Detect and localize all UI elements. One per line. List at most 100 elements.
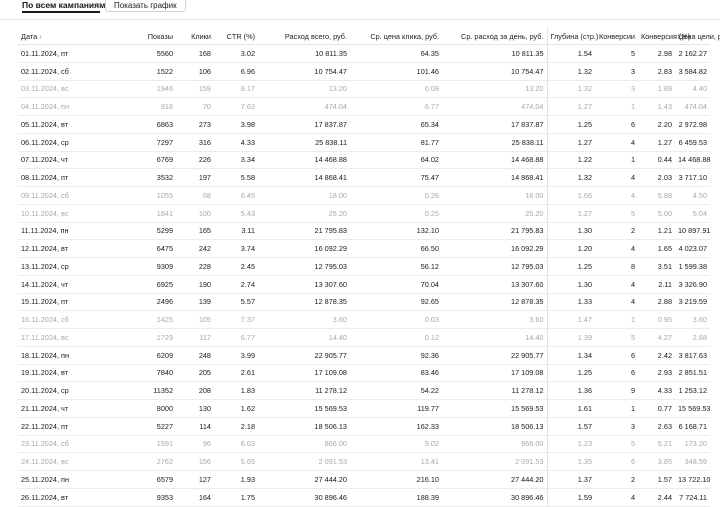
goal-cost-cell: 348.59 — [675, 452, 710, 471]
date-cell: 03.11.2024, вс — [18, 80, 106, 99]
goal-cost-cell: 3 817.63 — [675, 346, 710, 365]
ctr-cell: 2.18 — [214, 417, 258, 436]
goal-cost-cell: 2 851.51 — [675, 364, 710, 383]
column-clicks-header[interactable]: Клики — [176, 28, 214, 45]
impressions-cell: 7840 — [106, 364, 176, 383]
impressions-cell: 11352 — [106, 381, 176, 400]
avg-daily-spend-cell: 10 811.35 — [442, 44, 548, 63]
ctr-cell: 7.37 — [214, 310, 258, 329]
column-avg-cpc-header[interactable]: Ср. цена клика, руб. — [350, 28, 442, 45]
conversion-rate-cell: 1.65 — [638, 239, 675, 258]
table-row[interactable]: 14.11.2024, чт 6925 190 2.74 13 307.60 70.04 1… — [18, 275, 710, 294]
table-row[interactable]: 26.11.2024, вт 9353 164 1.75 30 896.46 188.39… — [18, 488, 710, 507]
clicks-cell: 114 — [176, 417, 214, 436]
conversions-cell: 4 — [595, 293, 638, 312]
avg-daily-spend-cell: 22 905.77 — [442, 346, 548, 365]
table-row[interactable]: 05.11.2024, вт 6863 273 3.98 17 837.87 65.34 1… — [18, 115, 710, 134]
conversions-cell: 3 — [595, 80, 638, 99]
conversions-cell: 9 — [595, 381, 638, 400]
table-row[interactable]: 17.11.2024, вс 1729 117 6.77 14.40 0.12 14.40 1… — [18, 328, 710, 347]
conversions-cell: 5 — [595, 328, 638, 347]
ctr-cell: 5.65 — [214, 452, 258, 471]
table-row[interactable]: 25.11.2024, пн 6579 127 1.93 27 444.20 216.10… — [18, 470, 710, 489]
total-spend-cell: 27 444.20 — [258, 470, 350, 489]
show-chart-button[interactable]: Показать график — [105, 0, 186, 12]
impressions-cell: 9353 — [106, 488, 176, 507]
ctr-cell: 1.83 — [214, 381, 258, 400]
date-cell: 11.11.2024, пн — [18, 222, 106, 241]
impressions-cell: 3532 — [106, 168, 176, 187]
conversions-cell: 4 — [595, 133, 638, 152]
impressions-cell: 5227 — [106, 417, 176, 436]
column-header-label: Конверсии — [598, 31, 635, 41]
date-cell: 08.11.2024, пт — [18, 168, 106, 187]
avg-cpc-cell: 70.04 — [350, 275, 442, 294]
impressions-cell: 6863 — [106, 115, 176, 134]
table-row[interactable]: 18.11.2024, пн 6209 248 3.99 22 905.77 92.36 2… — [18, 346, 710, 365]
table-row[interactable]: 19.11.2024, вт 7840 205 2.61 17 109.08 83.46 1… — [18, 364, 710, 383]
sort-ascending-icon[interactable]: ↑ — [39, 35, 42, 41]
depth-cell: 1.37 — [547, 470, 595, 489]
table-row[interactable]: 15.11.2024, пт 2496 139 5.57 12 878.35 92.65 1… — [18, 293, 710, 312]
table-row[interactable]: 04.11.2024, пн 918 70 7.63 474.04 6.77 474.04 1… — [18, 97, 710, 116]
table-row[interactable]: 01.11.2024, пт 5560 168 3.02 10 811.35 64.35 1… — [18, 44, 710, 63]
column-conversion-rate-header[interactable]: Конверсия (%) — [638, 28, 690, 45]
table-row[interactable]: 23.11.2024, сб 1591 96 6.03 866.00 9.02 866.00… — [18, 435, 710, 454]
table-row[interactable]: 03.11.2024, вс 1946 159 8.17 13.20 0.08 13.20 1… — [18, 80, 710, 99]
goal-cost-cell: 3.60 — [675, 310, 710, 329]
avg-cpc-cell: 64.02 — [350, 151, 442, 170]
column-goal-cost-header[interactable]: Цена цели, руб. — [675, 28, 720, 45]
total-spend-cell: 21 795.83 — [258, 222, 350, 241]
table-row[interactable]: 11.11.2024, пн 5299 165 3.11 21 795.83 132.10… — [18, 222, 710, 241]
goal-cost-cell: 3 219.59 — [675, 293, 710, 312]
ctr-cell: 2.61 — [214, 364, 258, 383]
column-ctr-header[interactable]: CTR (%) — [214, 28, 258, 45]
date-cell: 26.11.2024, вт — [18, 488, 106, 507]
column-impressions-header[interactable]: Показы — [106, 28, 176, 45]
table-row[interactable]: 21.11.2024, чт 8000 130 1.62 15 569.53 119.77… — [18, 399, 710, 418]
conversion-rate-cell: 5.88 — [638, 186, 675, 205]
conversion-rate-cell: 0.44 — [638, 151, 675, 170]
table-row[interactable]: 08.11.2024, пт 3532 197 5.58 14 868.41 75.47 1… — [18, 168, 710, 187]
table-row[interactable]: 22.11.2024, пт 5227 114 2.18 18 506.13 162.33… — [18, 417, 710, 436]
ctr-cell: 4.33 — [214, 133, 258, 152]
conversions-cell: 4 — [595, 239, 638, 258]
goal-cost-cell: 3 717.10 — [675, 168, 710, 187]
table-row[interactable]: 02.11.2024, сб 1522 106 6.96 10 754.47 101.46… — [18, 62, 710, 81]
conversions-cell: 6 — [595, 452, 638, 471]
date-cell: 09.11.2024, сб — [18, 186, 106, 205]
total-spend-cell: 17 109.08 — [258, 364, 350, 383]
ctr-cell: 3.11 — [214, 222, 258, 241]
ctr-cell: 5.43 — [214, 204, 258, 223]
table-row[interactable]: 10.11.2024, вс 1841 100 5.43 25.20 0.25 25.20 1… — [18, 204, 710, 223]
table-row[interactable]: 12.11.2024, вт 6475 242 3.74 16 092.29 66.50 1… — [18, 239, 710, 258]
table-row[interactable]: 09.11.2024, сб 1055 68 6.45 18.00 0.26 18.00 1.… — [18, 186, 710, 205]
impressions-cell: 2762 — [106, 452, 176, 471]
date-cell: 19.11.2024, вт — [18, 364, 106, 383]
tab-all-campaigns[interactable]: По всем кампаниям — [22, 0, 105, 10]
ctr-cell: 5.57 — [214, 293, 258, 312]
depth-cell: 1.20 — [547, 239, 595, 258]
conversions-cell: 4 — [595, 275, 638, 294]
total-spend-cell: 17 837.87 — [258, 115, 350, 134]
conversions-cell: 4 — [595, 168, 638, 187]
table-row[interactable]: 24.11.2024, вс 2762 156 5.65 2 091.53 13.41 2 … — [18, 452, 710, 471]
column-total-spend-header[interactable]: Расход всего, руб. — [258, 28, 350, 45]
impressions-cell: 1055 — [106, 186, 176, 205]
column-avg-daily-spend-header[interactable]: Ср. расход за день, руб. — [442, 28, 548, 45]
column-header-label: CTR (%) — [226, 31, 255, 41]
ctr-cell: 3.34 — [214, 151, 258, 170]
table-row[interactable]: 06.11.2024, ср 7297 316 4.33 25 838.11 81.77 2… — [18, 133, 710, 152]
table-row[interactable]: 13.11.2024, ср 9309 228 2.45 12 795.03 56.12 1… — [18, 257, 710, 276]
table-row[interactable]: 20.11.2024, ср 11352 208 1.83 11 278.12 54.22… — [18, 381, 710, 400]
column-date-header[interactable]: Дата ↑ — [18, 28, 106, 45]
table-row[interactable]: 16.11.2024, сб 1425 105 7.37 3.60 0.03 3.60 1.4… — [18, 310, 710, 329]
ctr-cell: 3.98 — [214, 115, 258, 134]
table-row[interactable]: 07.11.2024, чт 6769 226 3.34 14 468.88 64.02 1… — [18, 151, 710, 170]
column-depth-header[interactable]: Глубина (стр.) — [547, 28, 598, 45]
column-header-label: Цена цели, руб. — [678, 31, 720, 41]
depth-cell: 1.35 — [547, 452, 595, 471]
impressions-cell: 9309 — [106, 257, 176, 276]
column-conversions-header[interactable]: Конверсии — [595, 28, 638, 45]
date-cell: 24.11.2024, вс — [18, 452, 106, 471]
